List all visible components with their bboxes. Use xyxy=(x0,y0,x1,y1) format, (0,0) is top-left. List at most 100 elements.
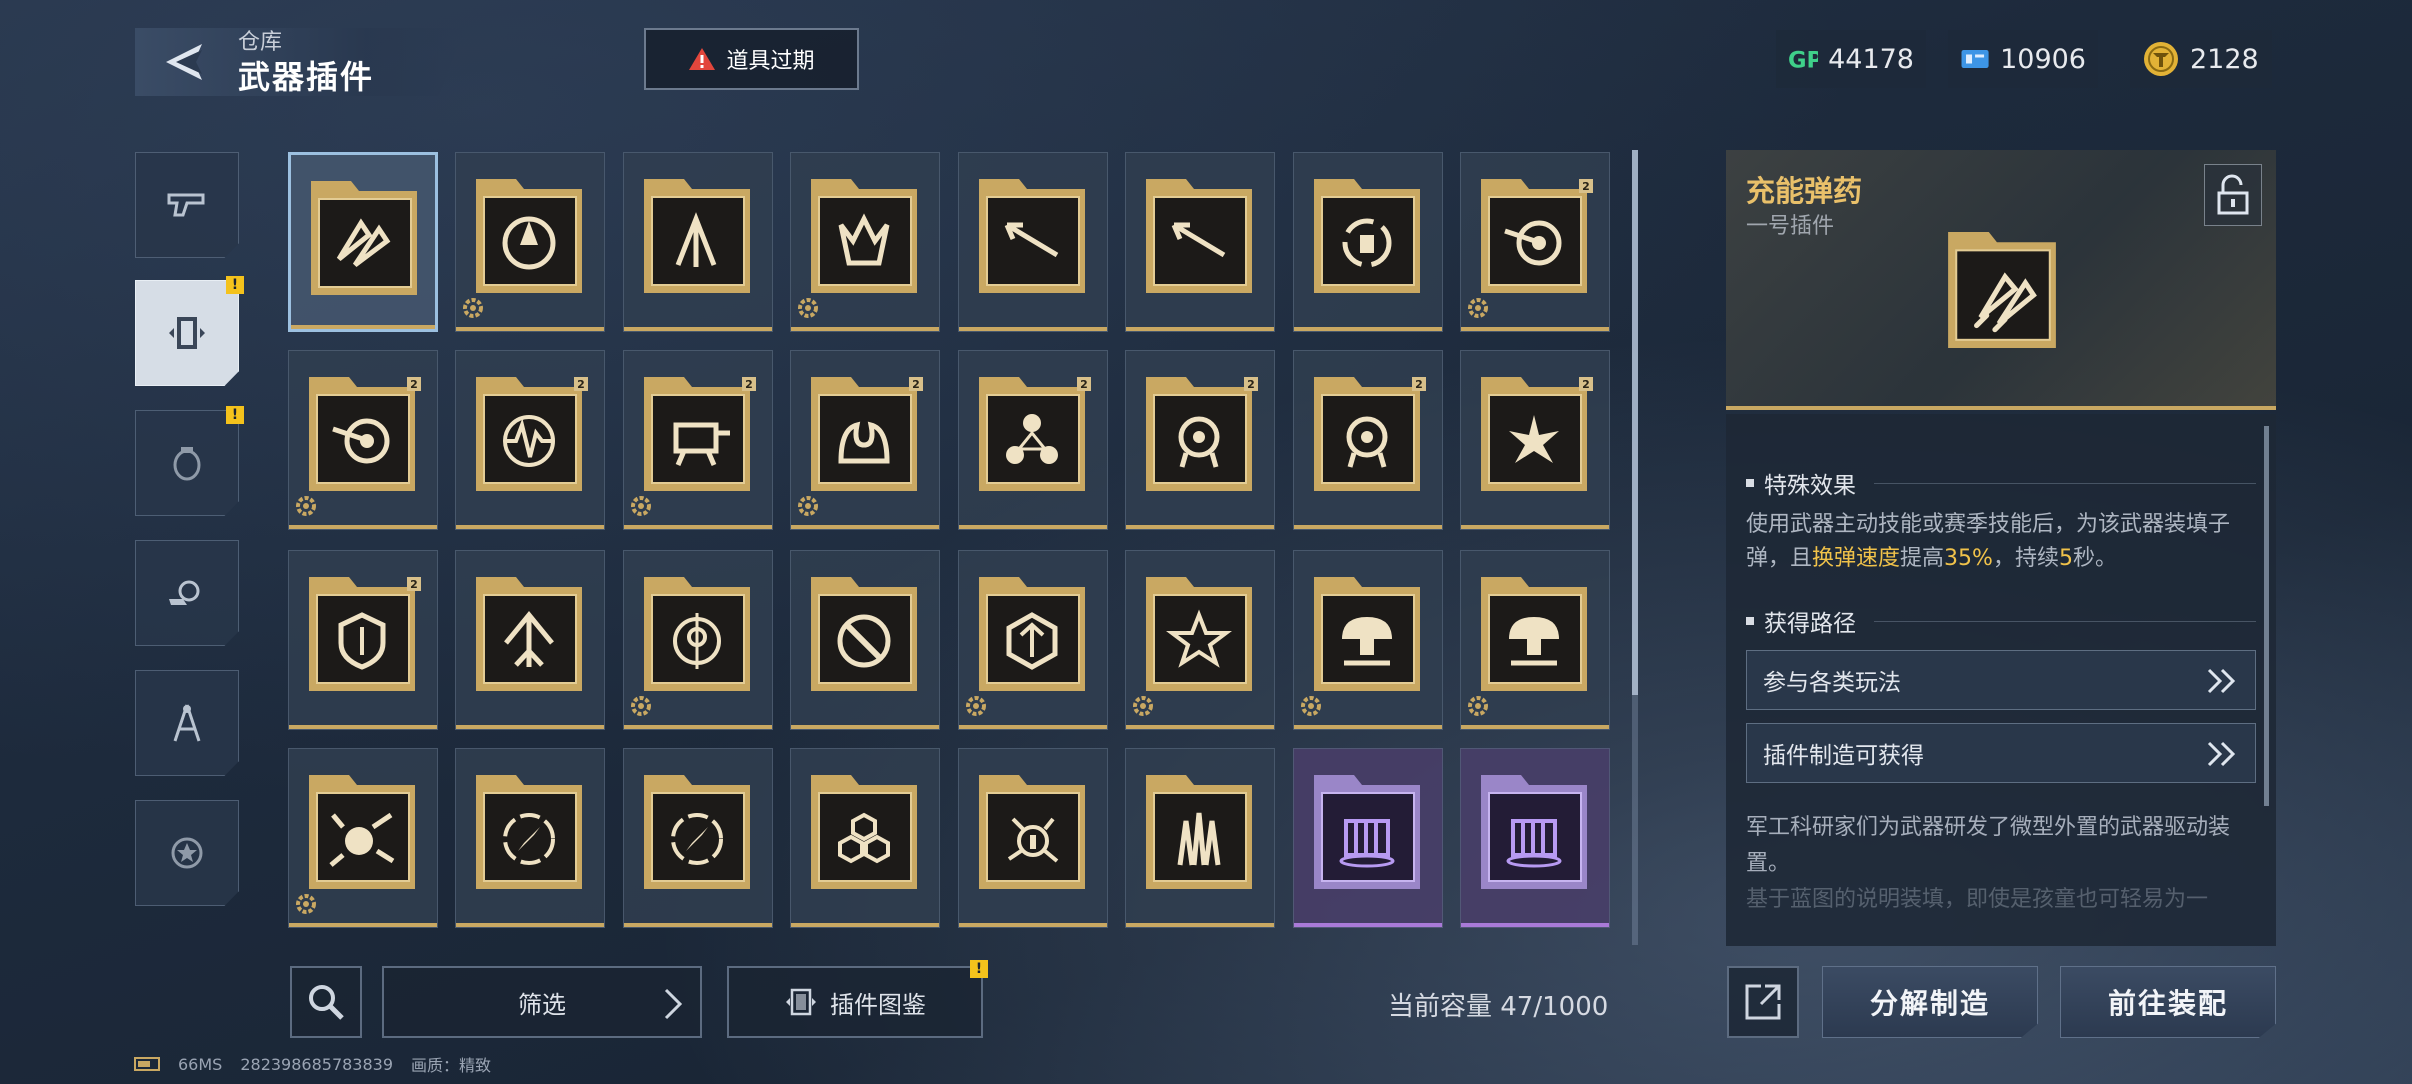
plugin-level-badge: 2 xyxy=(1077,377,1091,391)
decompose-craft-button[interactable]: 分解制造 xyxy=(1822,966,2038,1038)
double-chevron-icon xyxy=(2207,668,2236,694)
compass-icon xyxy=(173,704,201,742)
battery-icon xyxy=(134,1057,160,1071)
plugin-item-crown-arrow[interactable] xyxy=(790,152,940,332)
rarity-bar xyxy=(289,725,437,729)
plugin-item-vortex[interactable] xyxy=(455,152,605,332)
plugin-level-badge: 2 xyxy=(909,377,923,391)
effect-title-text: 特殊效果 xyxy=(1764,473,1856,499)
plugin-folder-icon xyxy=(309,775,415,889)
plugin-level-badge: 2 xyxy=(1579,377,1593,391)
rarity-bar xyxy=(456,725,604,729)
plugin-item-burst[interactable]: 2 xyxy=(1460,350,1610,530)
route-crafting-button[interactable]: 插件制造可获得 xyxy=(1746,723,2256,783)
plugin-folder-icon xyxy=(644,179,750,293)
gear-icon xyxy=(1468,696,1488,716)
uid-text: 282398685783839 xyxy=(240,1054,394,1074)
gear-icon xyxy=(296,894,316,914)
grid-scrollbar-thumb[interactable] xyxy=(1632,150,1638,695)
latency-text: 66MS xyxy=(178,1054,223,1074)
lock-button[interactable] xyxy=(2204,164,2262,226)
plugin-item-drone[interactable]: 2 xyxy=(1293,350,1443,530)
gear-icon xyxy=(631,496,651,516)
category-tab-plugin[interactable] xyxy=(135,280,239,386)
rarity-bar xyxy=(289,525,437,529)
plugin-item-compass[interactable] xyxy=(455,748,605,928)
effect-text: ，持续 xyxy=(1992,546,2059,571)
plugin-item-hex-arrow[interactable] xyxy=(958,550,1108,730)
plugin-icon xyxy=(169,317,205,349)
plugin-item-mushroom[interactable] xyxy=(1460,550,1610,730)
plugin-item-waterfall[interactable] xyxy=(1460,748,1610,928)
filter-button[interactable]: 筛选 xyxy=(382,966,702,1038)
pistol-icon xyxy=(167,193,205,217)
item-expired-label: 道具过期 xyxy=(726,49,815,74)
plugin-folder-icon xyxy=(811,179,917,293)
plugin-level-badge: 2 xyxy=(1244,377,1258,391)
plugin-item-rockets[interactable] xyxy=(288,152,438,332)
svg-text:GP: GP xyxy=(1788,47,1818,73)
detail-scrollbar[interactable] xyxy=(2264,426,2269,806)
search-button[interactable] xyxy=(290,966,362,1038)
star-gear-icon xyxy=(171,837,203,869)
share-button[interactable] xyxy=(1727,966,1799,1038)
plugin-item-spikes[interactable] xyxy=(1125,748,1275,928)
plugin-folder-icon xyxy=(311,181,417,295)
plugin-item-waterfall[interactable] xyxy=(1293,748,1443,928)
plugin-item-pulse[interactable]: 2 xyxy=(455,350,605,530)
route-label: 参与各类玩法 xyxy=(1763,670,1901,696)
category-tab-grenade[interactable] xyxy=(135,410,239,516)
plugin-item-fountain[interactable]: 2 xyxy=(790,350,940,530)
plugin-item-drone[interactable]: 2 xyxy=(1125,350,1275,530)
plugin-item-turret[interactable]: 2 xyxy=(623,350,773,530)
rarity-bar xyxy=(1294,923,1442,927)
back-arrow-icon[interactable] xyxy=(160,38,210,86)
plugin-item-hexagons[interactable] xyxy=(790,748,940,928)
plugin-folder-icon xyxy=(979,577,1085,691)
currency-coin[interactable]: 2128 xyxy=(2130,30,2272,88)
plugin-item-crosshair[interactable] xyxy=(623,550,773,730)
rarity-bar xyxy=(1294,525,1442,529)
category-tab-star-gear[interactable] xyxy=(135,800,239,906)
plugin-level-badge: 2 xyxy=(1412,377,1426,391)
effect-text: 秒。 xyxy=(2072,546,2117,571)
plugin-item-info-burst[interactable] xyxy=(958,748,1108,928)
gear-icon xyxy=(798,496,818,516)
plugin-item-slash-circle[interactable] xyxy=(790,550,940,730)
currency-gp[interactable]: GP 44178 xyxy=(1776,30,1926,88)
status-bar: 66MS 282398685783839 画质：精致 xyxy=(134,1052,491,1076)
plugin-item-triangle-orbs[interactable]: 2 xyxy=(958,350,1108,530)
route-gameplay-button[interactable]: 参与各类玩法 xyxy=(1746,650,2256,710)
plugin-level-badge: 2 xyxy=(407,377,421,391)
gear-icon xyxy=(463,298,483,318)
gear-icon xyxy=(296,496,316,516)
capacity-text: 当前容量 47/1000 xyxy=(1388,992,1609,1022)
plugin-item-target-arrow[interactable]: 2 xyxy=(288,350,438,530)
source-section-title: 获得路径 xyxy=(1746,604,2256,638)
plugin-item-arrow-dash[interactable] xyxy=(958,152,1108,332)
gear-icon xyxy=(798,298,818,318)
plugin-atlas-label: 插件图鉴 xyxy=(830,990,926,1019)
plugin-item-up-arrow[interactable] xyxy=(455,550,605,730)
plugin-item-compass[interactable] xyxy=(623,748,773,928)
plugin-item-reload[interactable] xyxy=(1293,152,1443,332)
plugin-item-target-arrow[interactable]: 2 xyxy=(1460,152,1610,332)
plugin-atlas-button[interactable]: 插件图鉴 xyxy=(727,966,983,1038)
plugin-item-arrow-dash[interactable] xyxy=(1125,152,1275,332)
currency-ticket[interactable]: 10906 xyxy=(1948,30,2098,88)
category-tab-gear-hand[interactable] xyxy=(135,540,239,646)
plugin-item-explosion[interactable] xyxy=(288,748,438,928)
item-expired-button[interactable]: 道具过期 xyxy=(644,28,859,90)
category-tab-compass[interactable] xyxy=(135,670,239,776)
rarity-bar xyxy=(959,725,1107,729)
rarity-bar xyxy=(1461,327,1609,331)
go-equip-button[interactable]: 前往装配 xyxy=(2060,966,2276,1038)
currency-coin-value: 2128 xyxy=(2190,43,2259,75)
plugin-item-shield-vortex[interactable]: 2 xyxy=(288,550,438,730)
effect-text: 提高 xyxy=(1900,546,1945,571)
plugin-item-star-arrow[interactable] xyxy=(1125,550,1275,730)
plugin-item-mushroom[interactable] xyxy=(1293,550,1443,730)
category-tab-pistol[interactable] xyxy=(135,152,239,258)
plugin-item-arrows-up[interactable] xyxy=(623,152,773,332)
double-chevron-icon xyxy=(2207,741,2236,767)
